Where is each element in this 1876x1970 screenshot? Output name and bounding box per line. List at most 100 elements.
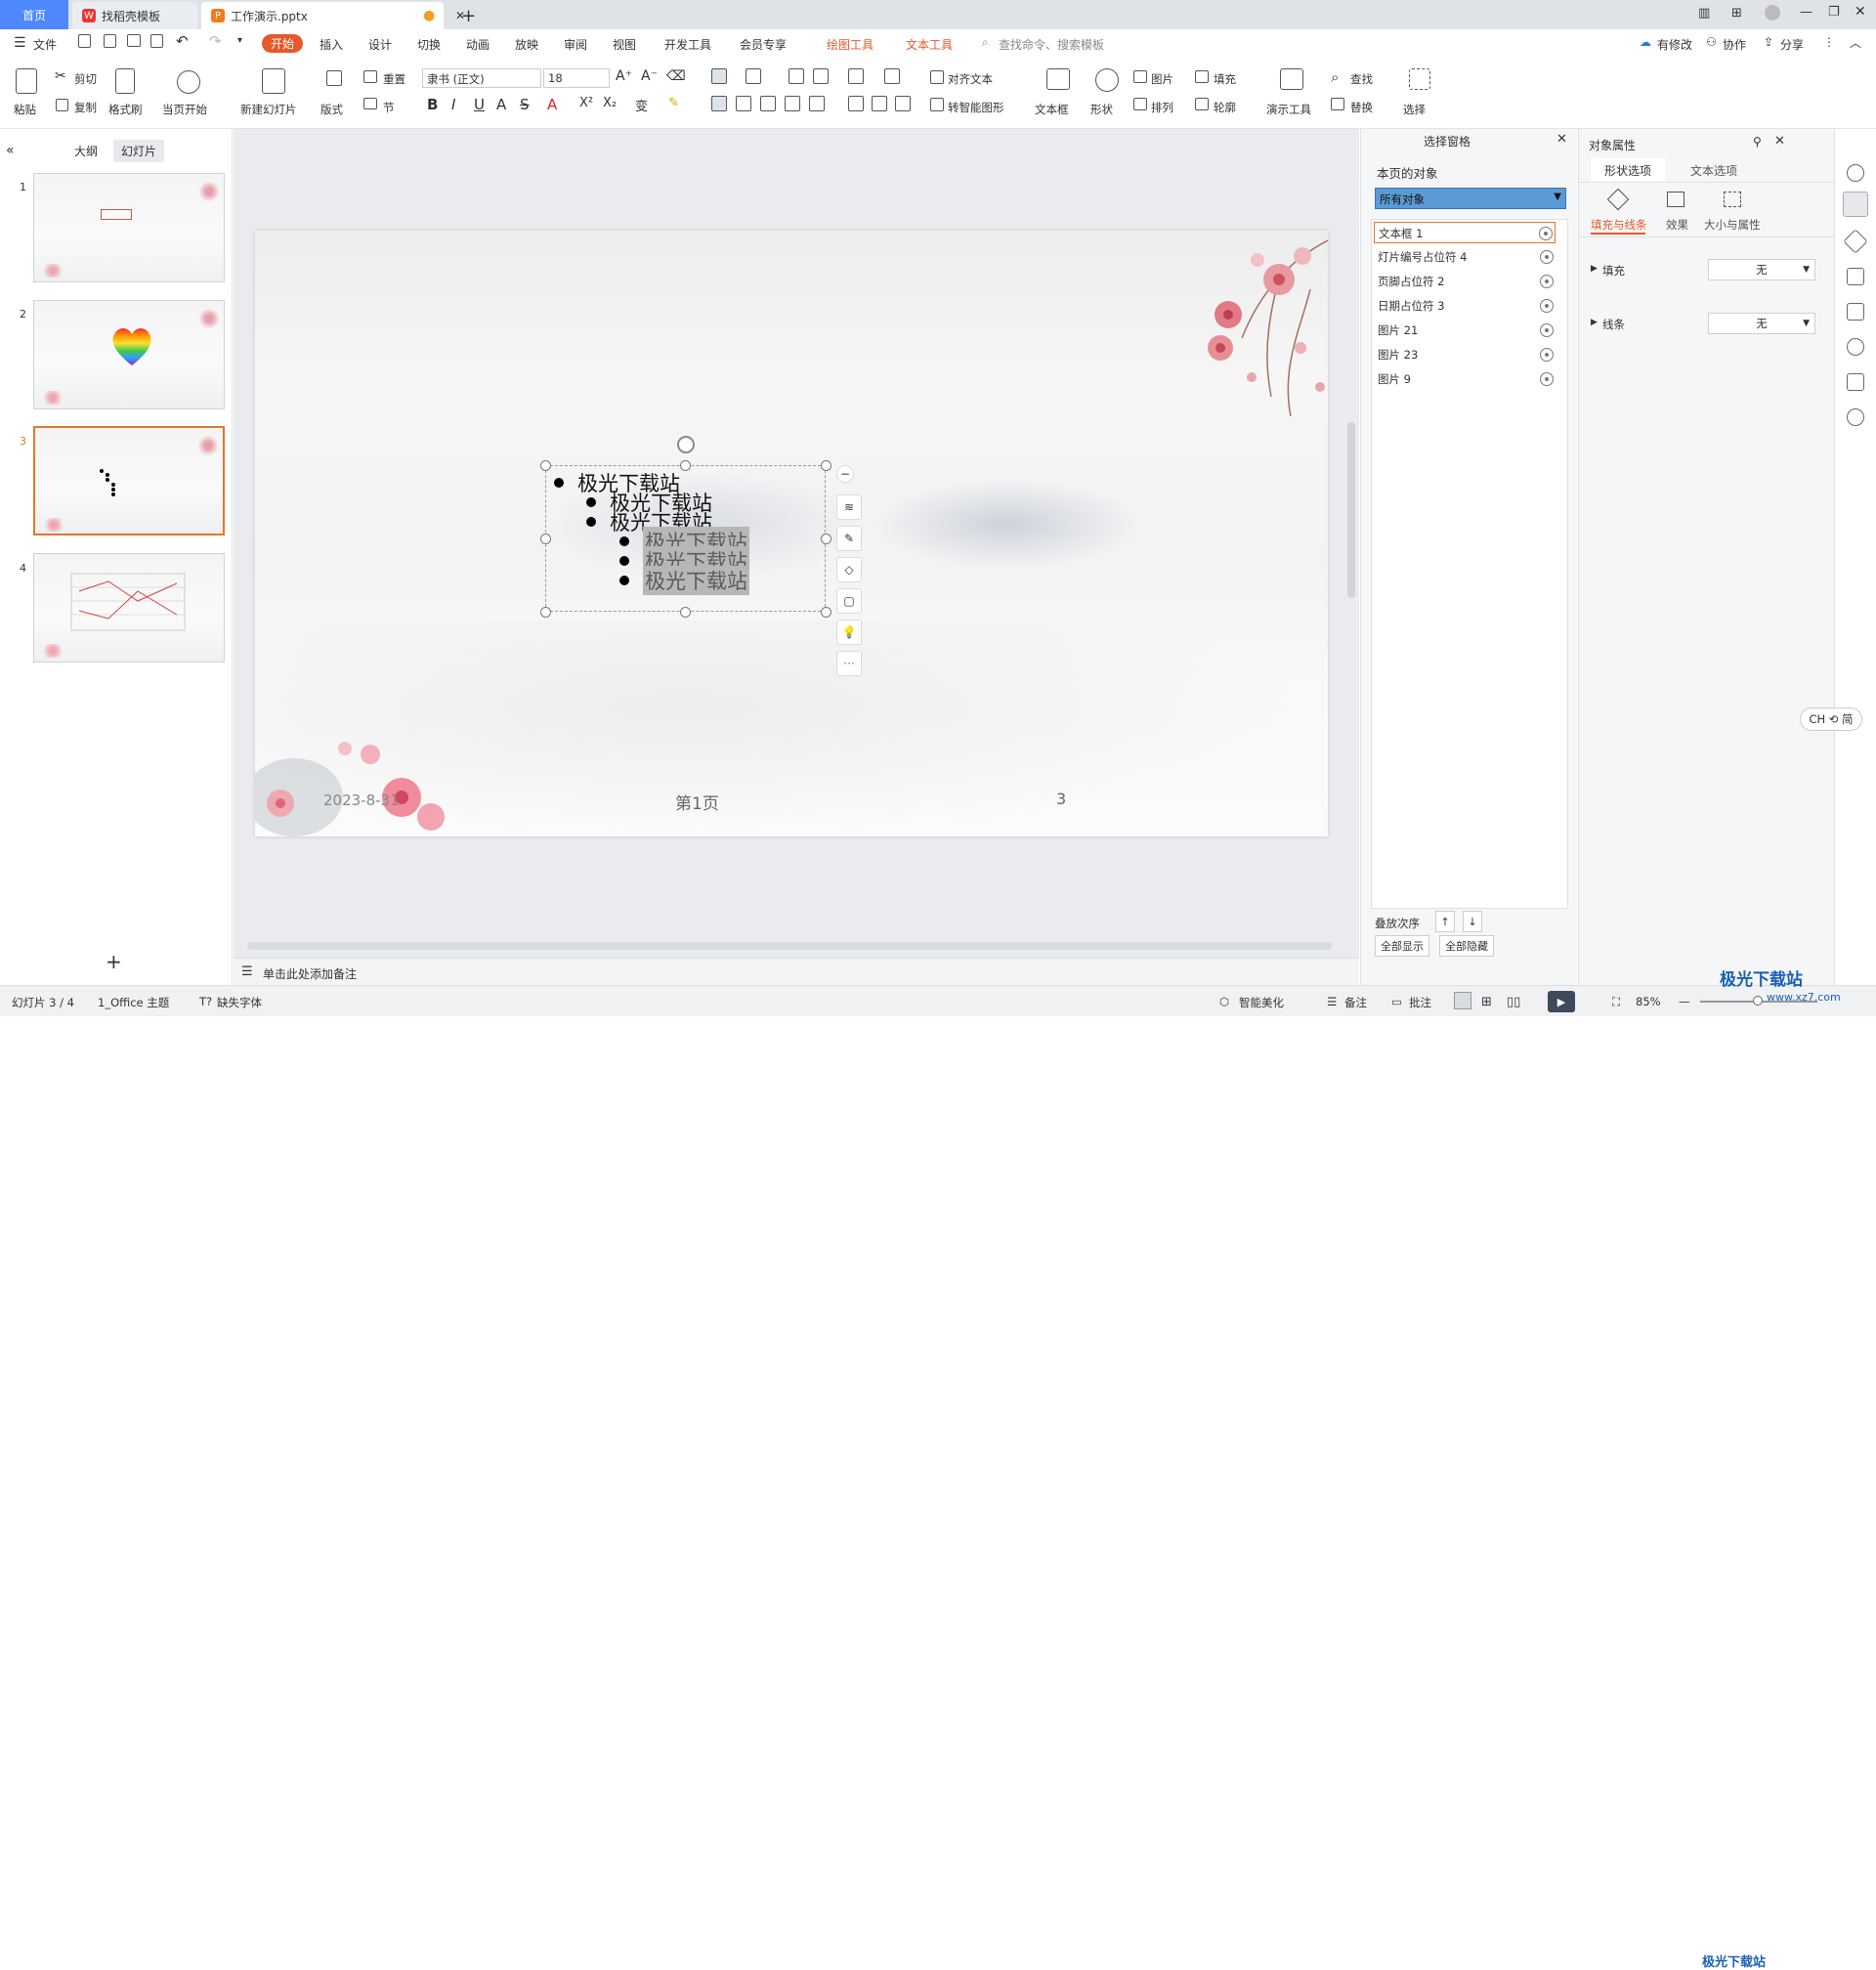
new-slide-button[interactable]: 新建幻灯片 xyxy=(240,102,297,117)
slide-date[interactable]: 2023-8-31 xyxy=(323,792,400,809)
new-tab-icon[interactable]: + xyxy=(451,2,486,29)
fill-bucket-icon[interactable]: ◇ xyxy=(836,557,862,582)
align-left-icon[interactable] xyxy=(711,96,727,111)
replace-button[interactable]: 替换 xyxy=(1350,100,1373,115)
align-text-button[interactable]: 对齐文本 xyxy=(948,71,993,87)
numbered-list-icon[interactable] xyxy=(746,68,761,84)
eye-icon[interactable] xyxy=(1540,299,1554,313)
bullet-line-6[interactable]: 极光下载站 xyxy=(619,566,749,595)
horizontal-scrollbar[interactable] xyxy=(247,942,1332,950)
menu-member[interactable]: 会员专享 xyxy=(740,36,787,53)
image-icon[interactable] xyxy=(1847,303,1864,321)
menu-view[interactable]: 视图 xyxy=(613,36,636,53)
hide-all-button[interactable]: 全部隐藏 xyxy=(1439,935,1494,957)
more-options-icon[interactable]: ··· xyxy=(836,651,862,676)
grow-font-icon[interactable]: A⁺ xyxy=(616,68,632,84)
preview-icon[interactable] xyxy=(150,34,163,48)
normal-view-icon[interactable] xyxy=(1454,992,1471,1009)
notes-toggle-button[interactable]: 备注 xyxy=(1344,995,1367,1010)
move-up-icon[interactable]: ↑ xyxy=(1435,911,1455,932)
theme-name[interactable]: 1_Office 主题 xyxy=(98,995,169,1010)
underline-icon[interactable]: U xyxy=(474,96,485,113)
print-icon[interactable] xyxy=(127,34,141,47)
copy-button[interactable]: 复制 xyxy=(74,100,97,115)
reset-button[interactable]: 重置 xyxy=(383,71,405,87)
layers-icon[interactable]: ≋ xyxy=(836,494,862,520)
char-spacing-icon[interactable]: 变 xyxy=(635,96,648,114)
menu-draw-tool[interactable]: 绘图工具 xyxy=(827,36,874,53)
outline-frame-icon[interactable]: ▢ xyxy=(836,588,862,614)
section-button[interactable]: 节 xyxy=(383,100,395,115)
cut-button[interactable]: 剪切 xyxy=(74,71,97,87)
menu-design[interactable]: 设计 xyxy=(368,36,392,53)
resize-handle[interactable] xyxy=(680,460,691,471)
paste-button[interactable]: 粘贴 xyxy=(14,102,36,117)
format-painter-button[interactable]: 格式刷 xyxy=(108,102,143,117)
eye-icon[interactable] xyxy=(1540,348,1554,362)
highlight-icon[interactable]: ✎ xyxy=(668,96,679,110)
close-window-icon[interactable]: ✕ xyxy=(1855,4,1866,20)
book-icon[interactable] xyxy=(1847,373,1864,391)
object-item[interactable]: 图片 21 xyxy=(1374,320,1556,341)
collapse-ribbon-icon[interactable]: ︿ xyxy=(1850,34,1861,51)
columns-icon[interactable] xyxy=(872,96,887,111)
help-icon[interactable] xyxy=(1847,408,1864,426)
font-family-select[interactable]: 隶书 (正文) xyxy=(422,68,541,88)
pin-star-icon[interactable] xyxy=(1843,229,1868,254)
properties-icon[interactable] xyxy=(1843,192,1868,217)
text-direction-icon[interactable] xyxy=(848,68,864,84)
minimize-icon[interactable]: — xyxy=(1800,5,1812,20)
export-icon[interactable] xyxy=(104,34,116,48)
expand-line-icon[interactable]: ▶ xyxy=(1591,318,1598,327)
menu-slideshow[interactable]: 放映 xyxy=(515,36,538,53)
subtab-size[interactable]: 大小与属性 xyxy=(1704,217,1761,233)
restore-icon[interactable]: ❐ xyxy=(1828,5,1840,20)
increase-indent-icon[interactable] xyxy=(813,68,829,84)
tab-shape-options[interactable]: 形状选项 xyxy=(1591,158,1665,182)
tab-text-options[interactable]: 文本选项 xyxy=(1675,158,1753,182)
justify-icon[interactable] xyxy=(785,96,800,111)
sorter-view-icon[interactable]: ⊞ xyxy=(1481,995,1492,1009)
layout-button[interactable]: 版式 xyxy=(320,102,343,117)
more-paragraph-icon[interactable] xyxy=(895,96,911,111)
zoom-slider-thumb[interactable] xyxy=(1753,996,1763,1006)
outline-button[interactable]: 轮廓 xyxy=(1214,100,1236,115)
collab-button[interactable]: 协作 xyxy=(1723,36,1746,53)
zoom-level[interactable]: 85% xyxy=(1636,995,1661,1008)
slide-thumbnail-3[interactable] xyxy=(33,426,225,535)
arrange-button[interactable]: 排列 xyxy=(1151,100,1173,115)
font-size-select[interactable]: 18 xyxy=(543,68,610,88)
tab-home[interactable]: 首页 xyxy=(0,0,68,29)
align-right-icon[interactable] xyxy=(760,96,776,111)
distribute-icon[interactable] xyxy=(809,96,825,111)
menu-animation[interactable]: 动画 xyxy=(466,36,490,53)
tab-slides[interactable]: 幻灯片 xyxy=(113,140,165,162)
show-all-button[interactable]: 全部显示 xyxy=(1375,935,1429,957)
missing-font-button[interactable]: 缺失字体 xyxy=(217,995,262,1010)
tab-outline[interactable]: 大纲 xyxy=(74,143,98,159)
play-slideshow-icon[interactable]: ▶ xyxy=(1548,991,1575,1012)
zoom-out-icon[interactable]: — xyxy=(1679,995,1690,1008)
object-item[interactable]: 灯片编号占位符 4 xyxy=(1374,246,1556,268)
notes-area[interactable]: ☰ 单击此处添加备注 xyxy=(234,958,1359,985)
command-search[interactable]: 查找命令、搜索模板 xyxy=(999,36,1104,53)
menu-file[interactable]: 文件 xyxy=(33,36,57,53)
subtab-fill-line[interactable]: 填充与线条 xyxy=(1591,217,1647,233)
eye-icon[interactable] xyxy=(1540,250,1554,264)
line-spacing-icon[interactable] xyxy=(884,68,900,84)
reading-view-icon[interactable]: ▯▯ xyxy=(1507,995,1520,1009)
italic-icon[interactable]: I xyxy=(451,96,455,113)
menu-transition[interactable]: 切换 xyxy=(417,36,441,53)
customize-dropdown-icon[interactable]: ▾ xyxy=(237,35,242,46)
eye-icon[interactable] xyxy=(1540,323,1554,337)
size-property-icon[interactable] xyxy=(1724,192,1741,207)
line-select[interactable]: 无 ▼ xyxy=(1708,313,1815,334)
menu-icon[interactable]: ☰ xyxy=(14,35,26,51)
fit-window-icon[interactable]: ⛶ xyxy=(1612,995,1620,1009)
eye-icon[interactable] xyxy=(1540,372,1554,386)
picture-button[interactable]: 图片 xyxy=(1151,71,1173,87)
resize-handle[interactable] xyxy=(540,607,551,618)
font-color-icon[interactable]: A xyxy=(547,96,557,113)
undo-icon[interactable]: ↶ xyxy=(176,32,189,50)
apps-grid-icon[interactable]: ⊞ xyxy=(1731,6,1742,21)
